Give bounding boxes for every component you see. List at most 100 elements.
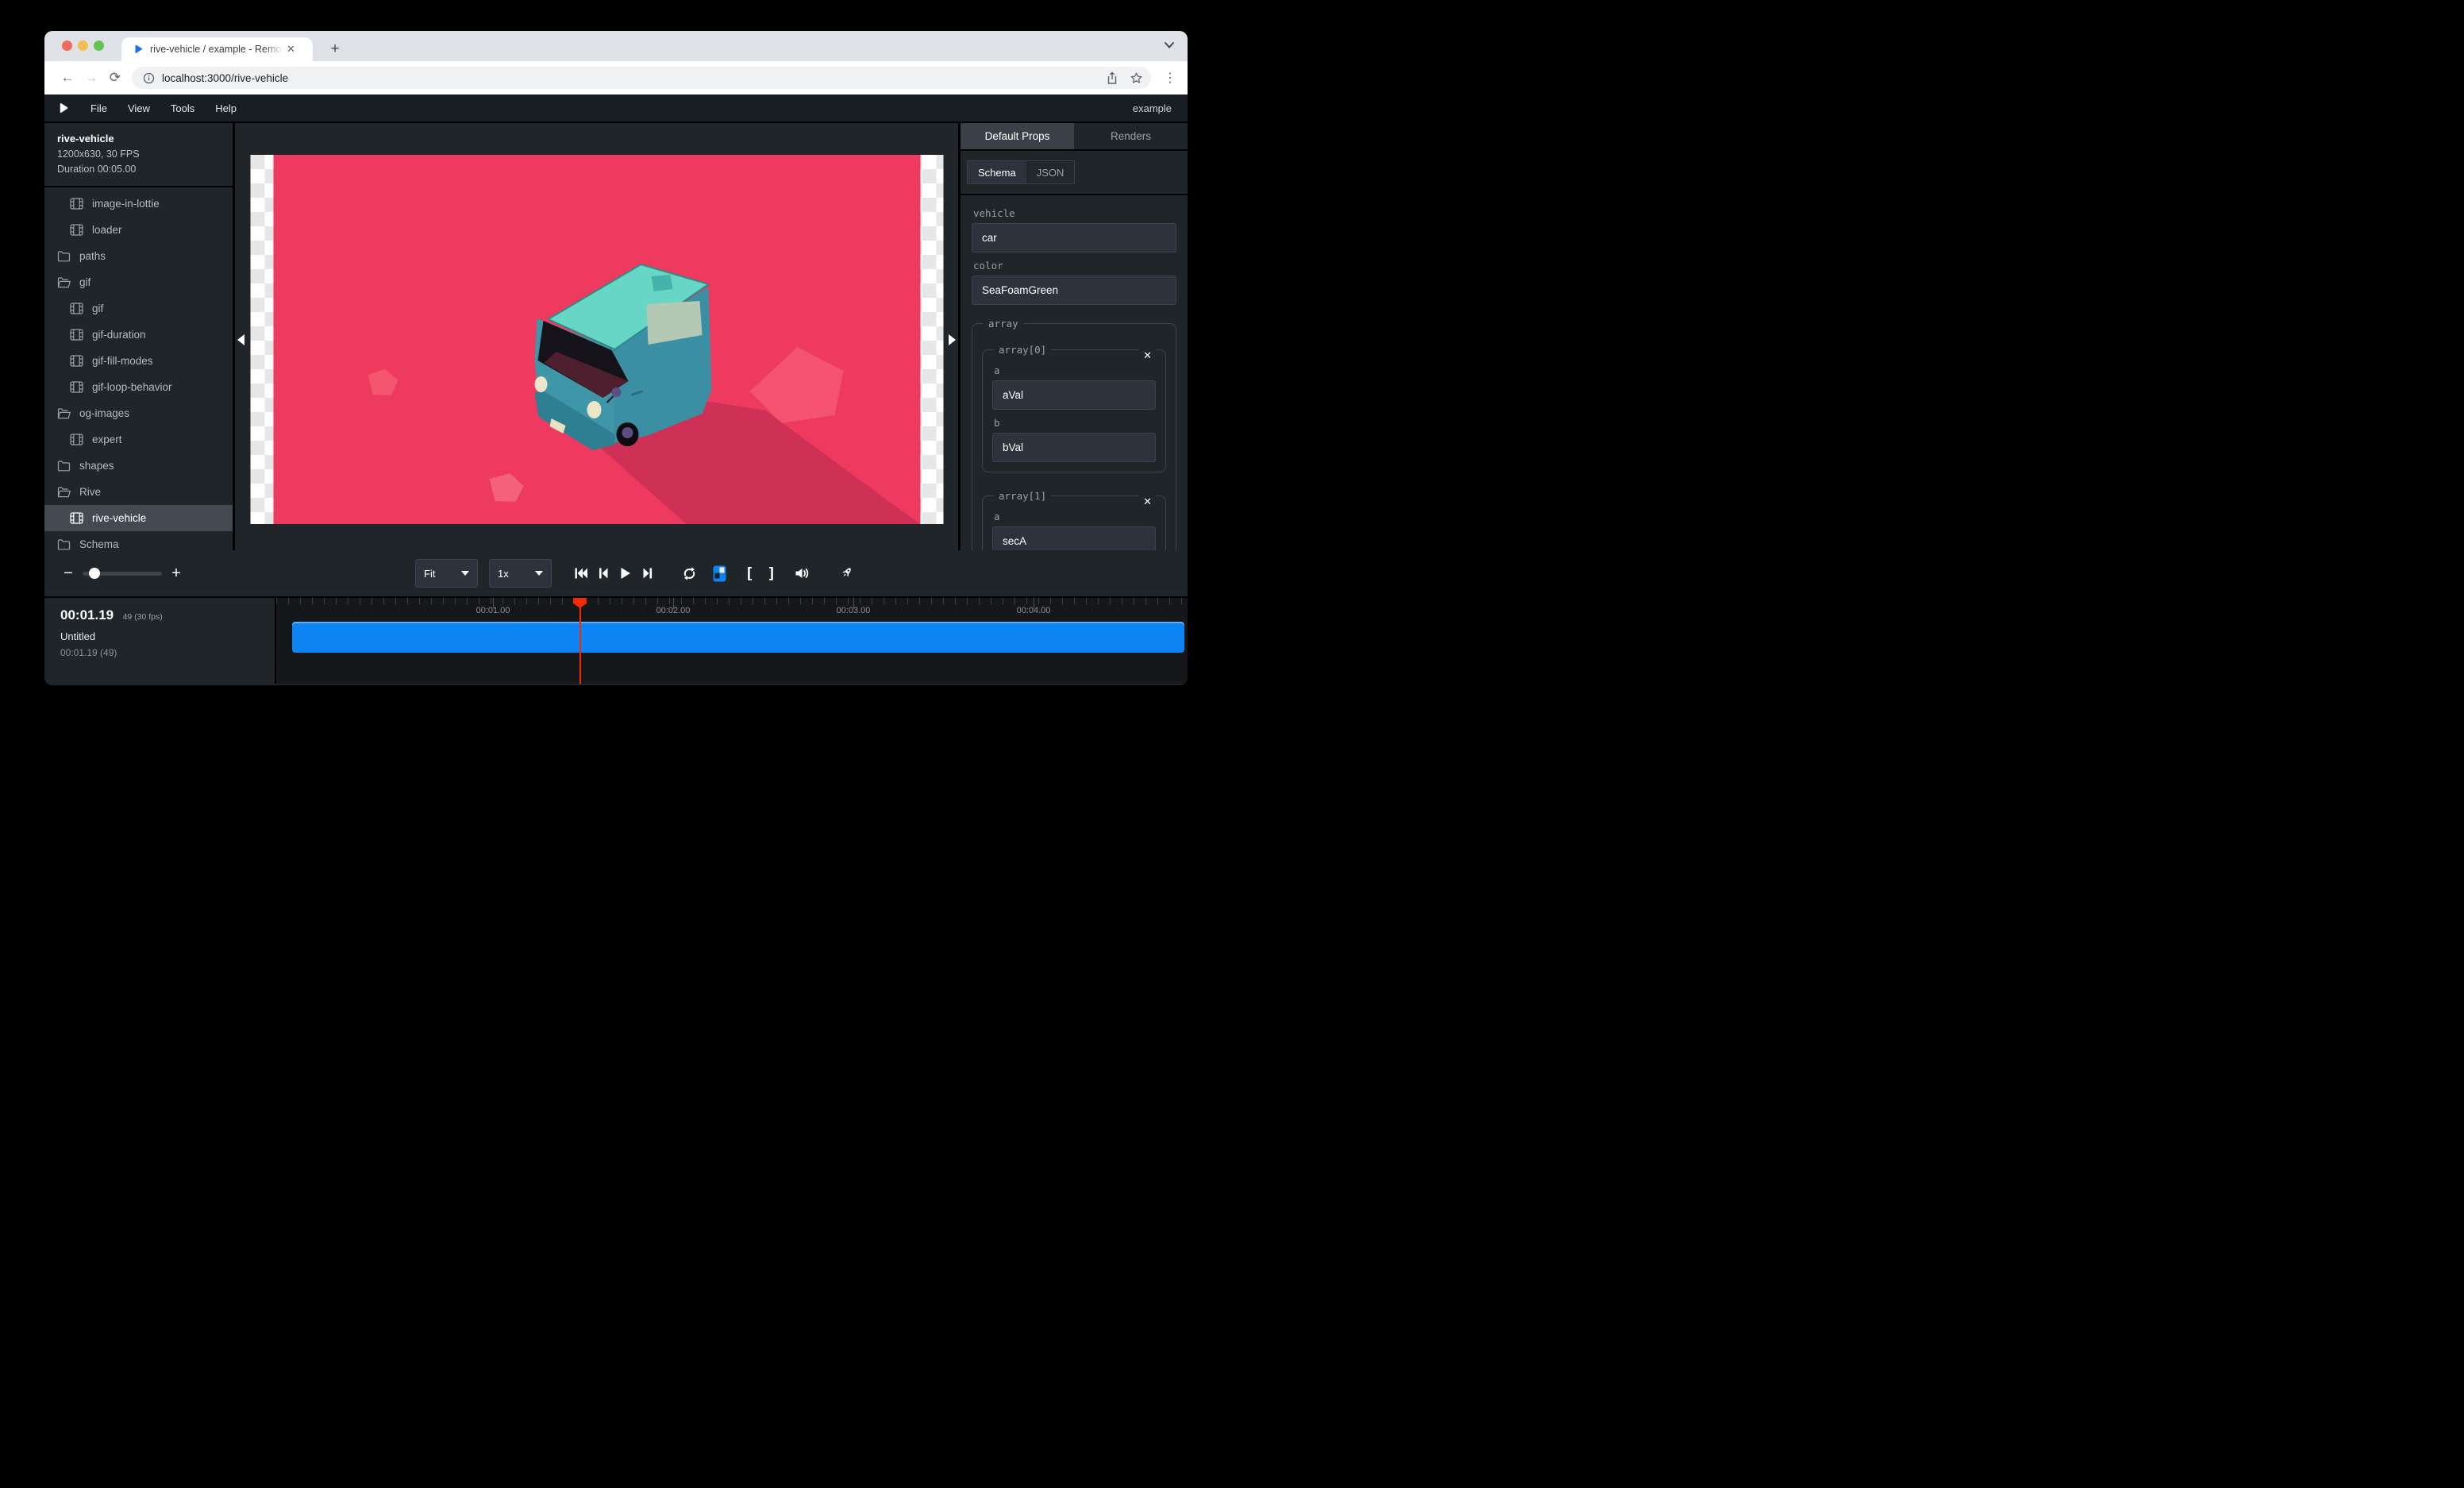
ruler-label: 00:01.00 bbox=[476, 606, 510, 615]
timeline-tracks-area[interactable]: 00:01.00 00:02.00 00:03.00 00:04.00 bbox=[276, 598, 1188, 684]
compositions-sidebar: rive-vehicle 1200x630, 30 FPS Duration 0… bbox=[44, 123, 235, 550]
timeline-ruler[interactable] bbox=[276, 598, 1188, 604]
previous-frame-button[interactable] bbox=[593, 561, 614, 585]
browser-menu-icon[interactable]: ⋮ bbox=[1164, 70, 1176, 86]
in-point-button[interactable]: [ bbox=[739, 561, 760, 585]
color-field-label: color bbox=[973, 260, 1176, 272]
zoom-slider-knob[interactable] bbox=[89, 568, 100, 579]
reload-icon[interactable]: ⟳ bbox=[103, 70, 127, 86]
composition-item[interactable]: gif-fill-modes bbox=[44, 348, 233, 374]
color-field[interactable] bbox=[972, 276, 1176, 305]
chevron-down-icon bbox=[461, 571, 469, 576]
folder-item[interactable]: og-images bbox=[44, 400, 233, 426]
folder-closed-icon bbox=[57, 250, 71, 262]
folder-item[interactable]: Rive bbox=[44, 479, 233, 505]
remotion-logo-icon[interactable] bbox=[57, 102, 69, 114]
folder-item[interactable]: Schema bbox=[44, 531, 233, 550]
tab-default-props[interactable]: Default Props bbox=[961, 123, 1074, 149]
toggle-schema[interactable]: Schema bbox=[968, 161, 1026, 183]
timeline-track-bar[interactable] bbox=[292, 622, 1184, 653]
film-icon bbox=[70, 224, 83, 236]
props-collapse-arrow-icon[interactable] bbox=[949, 334, 956, 345]
composition-item[interactable]: loader bbox=[44, 217, 233, 243]
composition-item[interactable]: expert bbox=[44, 426, 233, 453]
tab-renders[interactable]: Renders bbox=[1074, 123, 1188, 149]
playback-controls-bar: − + Fit 1x [ ] bbox=[44, 550, 1188, 598]
folder-item[interactable]: shapes bbox=[44, 453, 233, 479]
track-name[interactable]: Untitled bbox=[60, 630, 275, 642]
animation-stage bbox=[273, 155, 920, 524]
volume-icon[interactable] bbox=[791, 561, 812, 585]
toggle-json[interactable]: JSON bbox=[1026, 161, 1075, 183]
browser-tab-strip: rive-vehicle / example - Remot ✕ + bbox=[44, 31, 1188, 61]
zoom-out-button[interactable]: − bbox=[59, 565, 78, 583]
canvas-zoom-control: − + bbox=[59, 550, 186, 596]
composition-title: rive-vehicle bbox=[57, 133, 220, 145]
tab-close-icon[interactable]: ✕ bbox=[287, 43, 295, 56]
window-minimize-button[interactable] bbox=[78, 40, 88, 51]
zoom-in-button[interactable]: + bbox=[167, 565, 186, 583]
composition-item[interactable]: gif-loop-behavior bbox=[44, 374, 233, 400]
back-icon[interactable]: ← bbox=[56, 70, 79, 86]
timeline-section: 00:01.19 49 (30 fps) Untitled 00:01.19 (… bbox=[44, 598, 1188, 684]
folder-open-icon bbox=[57, 486, 71, 498]
array-0-b-field[interactable] bbox=[992, 433, 1156, 462]
array-0-a-field[interactable] bbox=[992, 380, 1156, 410]
folder-closed-icon bbox=[57, 460, 71, 472]
bookmark-star-icon[interactable] bbox=[1130, 71, 1143, 85]
folder-open-icon bbox=[57, 407, 71, 419]
timeline-info-panel: 00:01.19 49 (30 fps) Untitled 00:01.19 (… bbox=[44, 598, 276, 684]
array-legend: array bbox=[984, 318, 1023, 330]
site-info-icon[interactable] bbox=[143, 72, 155, 84]
jump-to-start-button[interactable] bbox=[571, 561, 591, 585]
render-rocket-icon[interactable] bbox=[836, 561, 857, 585]
browser-window: rive-vehicle / example - Remot ✕ + ← → ⟳… bbox=[44, 31, 1188, 685]
playback-speed-dropdown[interactable]: 1x bbox=[489, 559, 552, 588]
film-icon bbox=[70, 329, 83, 341]
jump-to-end-button[interactable] bbox=[637, 561, 658, 585]
loop-toggle-icon[interactable] bbox=[679, 561, 699, 585]
composition-duration: Duration 00:05.00 bbox=[57, 164, 220, 175]
out-point-button[interactable]: ] bbox=[761, 561, 782, 585]
menu-help[interactable]: Help bbox=[205, 102, 247, 114]
fit-dropdown[interactable]: Fit bbox=[415, 559, 478, 588]
address-bar[interactable]: localhost:3000/rive-vehicle bbox=[132, 67, 1151, 89]
new-tab-button[interactable]: + bbox=[324, 38, 346, 60]
array-1-a-field[interactable] bbox=[992, 526, 1156, 550]
folder-item[interactable]: paths bbox=[44, 243, 233, 269]
sidebar-collapse-arrow-icon[interactable] bbox=[237, 334, 244, 345]
tab-search-chevron-icon[interactable] bbox=[1164, 41, 1175, 49]
remove-array-item-1-icon[interactable]: ✕ bbox=[1139, 495, 1156, 508]
composition-item[interactable]: gif-duration bbox=[44, 322, 233, 348]
folder-item[interactable]: gif bbox=[44, 269, 233, 295]
a-field-label: a bbox=[994, 364, 1156, 376]
folder-closed-icon bbox=[57, 538, 71, 550]
menu-file[interactable]: File bbox=[80, 102, 117, 114]
array-item-0-legend: array[0] bbox=[994, 344, 1051, 356]
film-icon bbox=[70, 512, 83, 524]
menu-tools[interactable]: Tools bbox=[160, 102, 205, 114]
current-frame-info: 49 (30 fps) bbox=[123, 612, 163, 622]
film-icon bbox=[70, 381, 83, 393]
vehicle-field[interactable] bbox=[972, 223, 1176, 252]
right-panel-tabs: Default Props Renders bbox=[961, 123, 1188, 151]
ruler-label: 00:04.00 bbox=[1017, 606, 1051, 615]
share-icon[interactable] bbox=[1106, 71, 1118, 85]
remove-array-item-0-icon[interactable]: ✕ bbox=[1139, 349, 1156, 362]
film-icon bbox=[70, 355, 83, 367]
composition-item[interactable]: gif bbox=[44, 295, 233, 322]
browser-tab[interactable]: rive-vehicle / example - Remot ✕ bbox=[121, 37, 313, 61]
vehicle-illustration bbox=[273, 155, 920, 524]
transparency-checkerboard-toggle-icon[interactable] bbox=[709, 561, 730, 585]
composition-item-selected[interactable]: rive-vehicle bbox=[44, 505, 233, 531]
forward-icon[interactable]: → bbox=[79, 70, 103, 86]
composition-item[interactable]: image-in-lottie bbox=[44, 191, 233, 217]
menu-view[interactable]: View bbox=[117, 102, 160, 114]
url-text: localhost:3000/rive-vehicle bbox=[162, 72, 1095, 84]
film-icon bbox=[70, 434, 83, 445]
window-close-button[interactable] bbox=[62, 40, 72, 51]
zoom-slider[interactable] bbox=[83, 572, 162, 576]
window-zoom-button[interactable] bbox=[94, 40, 104, 51]
play-button[interactable] bbox=[615, 561, 636, 585]
right-panel: Default Props Renders Schema JSON vehicl… bbox=[961, 123, 1188, 550]
